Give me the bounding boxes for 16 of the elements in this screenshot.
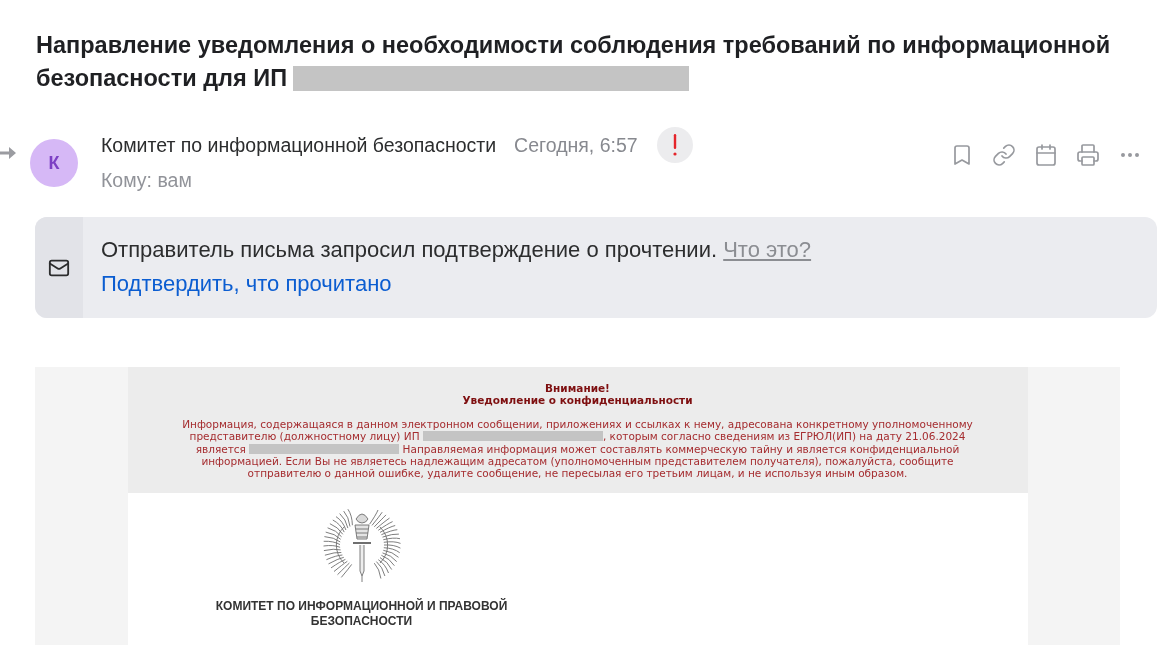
notice-heading: Внимание! <box>545 382 610 394</box>
recipient-text: Кому: вам <box>101 168 192 192</box>
notice-subheading: Уведомление о конфиденциальности <box>462 394 693 406</box>
notice-text: Информация, содержащаяся в данном электронном сообщении, приложениях и ссылках к нему, адресована конкретному уполномоченному представителю (должностному лицу) ИП , которым согласно сведениям из ЕГРЮЛ(ИП) на дату 21.06.2024 является Направляемая информация может составлять коммерческую тайну и является конфиденциальной информацией. Если Вы не являетесь надлежащим адресатом (уполномоченным представителем получателя), пожалуйста, сообщите отправителю о данной ошибке, удалите сообщение, не пересылая его третьим лицам, и не используя иным образом. <box>181 418 974 480</box>
avatar: К <box>30 139 78 187</box>
printer-icon[interactable] <box>1076 143 1100 167</box>
organization-name: КОМИТЕТ ПО ИНФОРМАЦИОННОЙ И ПРАВОВОЙ БЕЗОПАСНОСТИ <box>214 599 509 630</box>
link-icon[interactable] <box>992 143 1016 167</box>
arrow-right-icon <box>0 147 16 159</box>
received-time: Сегодня, 6:57 <box>514 133 638 157</box>
sender-name[interactable]: Комитет по информационной безопасности <box>101 133 497 157</box>
help-link[interactable]: Что это? <box>723 237 812 262</box>
calendar-icon[interactable] <box>1034 143 1058 167</box>
confirm-read-link[interactable]: Подтвердить, что прочитано <box>101 267 392 301</box>
email-subject: Направление уведомления о необходимости соблюдения требований по информационной безопасности для ИП <box>36 31 1112 93</box>
read-receipt-message: Отправитель письма запросил подтверждение о прочтении. <box>101 237 718 262</box>
